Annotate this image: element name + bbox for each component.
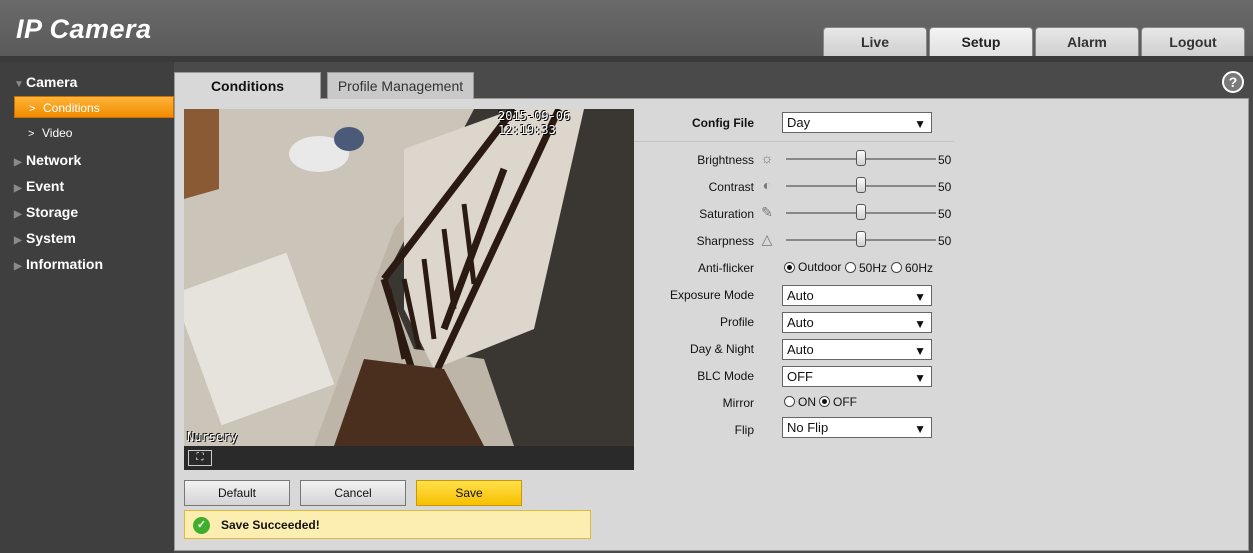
profile-select[interactable]: Auto ▼ — [782, 312, 932, 333]
mirror-on-label: ON — [798, 395, 816, 409]
contrast-icon: ◐ — [762, 177, 772, 193]
antiflicker-label: Anti-flicker — [697, 261, 754, 275]
flip-label: Flip — [734, 423, 754, 437]
exposure-mode-label: Exposure Mode — [669, 288, 754, 302]
chevron-down-icon: ▼ — [914, 317, 926, 331]
sidebar-item-label: Information — [26, 256, 103, 272]
day-night-select[interactable]: Auto ▼ — [782, 339, 932, 360]
sidebar-item-label: Conditions — [43, 101, 100, 115]
osd-camera-name: Nursery — [187, 430, 238, 444]
select-value: Auto — [787, 315, 814, 330]
header-bar: IP Camera Live Setup Alarm Logout — [0, 0, 1253, 56]
select-value: OFF — [787, 369, 813, 384]
chevron-down-icon: ▼ — [914, 422, 926, 436]
save-button[interactable]: Save — [416, 480, 522, 506]
contrast-value: 50 — [938, 180, 952, 194]
sidebar-item-label: Storage — [26, 204, 79, 220]
nav-alarm[interactable]: Alarm — [1035, 27, 1139, 56]
blc-mode-label: BLC Mode — [697, 369, 754, 383]
checkmark-icon: ✓ — [193, 517, 210, 534]
antiflicker-50hz-radio[interactable] — [845, 262, 856, 273]
mirror-off-radio[interactable] — [819, 396, 830, 407]
sharpness-label: Sharpness — [696, 234, 754, 248]
osd-timestamp: 2015-09-06 12:19:33 — [498, 109, 571, 137]
sidebar-item-storage[interactable]: ▶ Storage — [14, 202, 78, 222]
config-file-select[interactable]: Day ▼ — [782, 112, 932, 133]
tab-conditions[interactable]: Conditions — [174, 72, 321, 99]
sidebar-item-network[interactable]: ▶ Network — [14, 150, 81, 170]
sidebar-item-label: System — [26, 230, 76, 246]
chevron-down-icon: ▼ — [914, 117, 926, 131]
blc-mode-select[interactable]: OFF ▼ — [782, 366, 932, 387]
sidebar-item-label: Network — [26, 152, 82, 168]
triangle-right-icon: ▶ — [14, 209, 22, 220]
help-icon[interactable]: ? — [1222, 71, 1244, 93]
select-value: Day — [787, 115, 811, 130]
antiflicker-50hz-label: 50Hz — [859, 261, 888, 275]
sharpness-icon: △ — [761, 231, 773, 247]
nav-setup[interactable]: Setup — [929, 27, 1033, 56]
sharpness-slider-thumb[interactable] — [856, 231, 866, 247]
antiflicker-outdoor-label: Outdoor — [798, 260, 842, 274]
flip-select[interactable]: No Flip ▼ — [782, 417, 932, 438]
video-scene — [184, 109, 634, 446]
contrast-label: Contrast — [708, 180, 754, 194]
triangle-right-icon: ▶ — [14, 157, 22, 168]
default-button[interactable]: Default — [184, 480, 290, 506]
video-toolbar: ⛶ — [184, 446, 634, 470]
config-file-label: Config File — [692, 116, 754, 130]
triangle-right-icon: ▶ — [14, 235, 22, 246]
app-logo: IP Camera — [16, 14, 152, 44]
sidebar-item-label: Camera — [26, 74, 78, 90]
header-divider — [0, 56, 1253, 62]
divider — [634, 141, 954, 142]
status-message-box: ✓ Save Succeeded! — [184, 510, 591, 539]
sharpness-value: 50 — [938, 234, 952, 248]
sidebar-item-system[interactable]: ▶ System — [14, 228, 76, 248]
chevron-right-icon: > — [28, 128, 35, 140]
contrast-slider-thumb[interactable] — [856, 177, 866, 193]
select-value: No Flip — [787, 420, 829, 435]
saturation-value: 50 — [938, 207, 952, 221]
chevron-down-icon: ▼ — [914, 371, 926, 385]
triangle-right-icon: ▶ — [14, 261, 22, 272]
antiflicker-60hz-radio[interactable] — [891, 262, 902, 273]
mirror-on-radio[interactable] — [784, 396, 795, 407]
brightness-slider-thumb[interactable] — [856, 150, 866, 166]
chevron-right-icon: > — [29, 103, 36, 115]
sidebar-item-video[interactable]: > Video — [14, 122, 174, 144]
sidebar-item-label: Video — [42, 126, 73, 140]
day-night-label: Day & Night — [689, 342, 754, 356]
sidebar-item-event[interactable]: ▶ Event — [14, 176, 64, 196]
profile-label: Profile — [719, 315, 754, 329]
exposure-mode-select[interactable]: Auto ▼ — [782, 285, 932, 306]
sidebar-item-information[interactable]: ▶ Information — [14, 254, 103, 274]
nav-live[interactable]: Live — [823, 27, 927, 56]
sidebar-item-camera[interactable]: ▼ Camera — [14, 72, 77, 92]
saturation-label: Saturation — [699, 207, 754, 221]
cancel-button[interactable]: Cancel — [300, 480, 406, 506]
saturation-slider-thumb[interactable] — [856, 204, 866, 220]
nav-logout[interactable]: Logout — [1141, 27, 1245, 56]
select-value: Auto — [787, 342, 814, 357]
chevron-down-icon: ▼ — [914, 290, 926, 304]
brightness-icon: ☼ — [760, 150, 774, 166]
antiflicker-60hz-label: 60Hz — [905, 261, 934, 275]
triangle-right-icon: ▶ — [14, 183, 22, 194]
select-value: Auto — [787, 288, 814, 303]
antiflicker-outdoor-radio[interactable] — [784, 262, 795, 273]
tab-profile-management[interactable]: Profile Management — [327, 72, 474, 99]
brightness-value: 50 — [938, 153, 952, 167]
status-message: Save Succeeded! — [221, 518, 320, 532]
sidebar-item-label: Event — [26, 178, 65, 194]
chevron-down-icon: ▼ — [914, 344, 926, 358]
fullscreen-icon[interactable]: ⛶ — [188, 450, 212, 466]
mirror-off-label: OFF — [833, 395, 857, 409]
brightness-label: Brightness — [697, 153, 754, 167]
triangle-down-icon: ▼ — [14, 79, 24, 90]
sidebar-item-conditions[interactable]: > Conditions — [14, 96, 174, 118]
mirror-label: Mirror — [722, 396, 754, 410]
video-preview: 2015-09-06 12:19:33 Nursery — [184, 109, 634, 446]
saturation-icon: ✎ — [761, 204, 773, 220]
